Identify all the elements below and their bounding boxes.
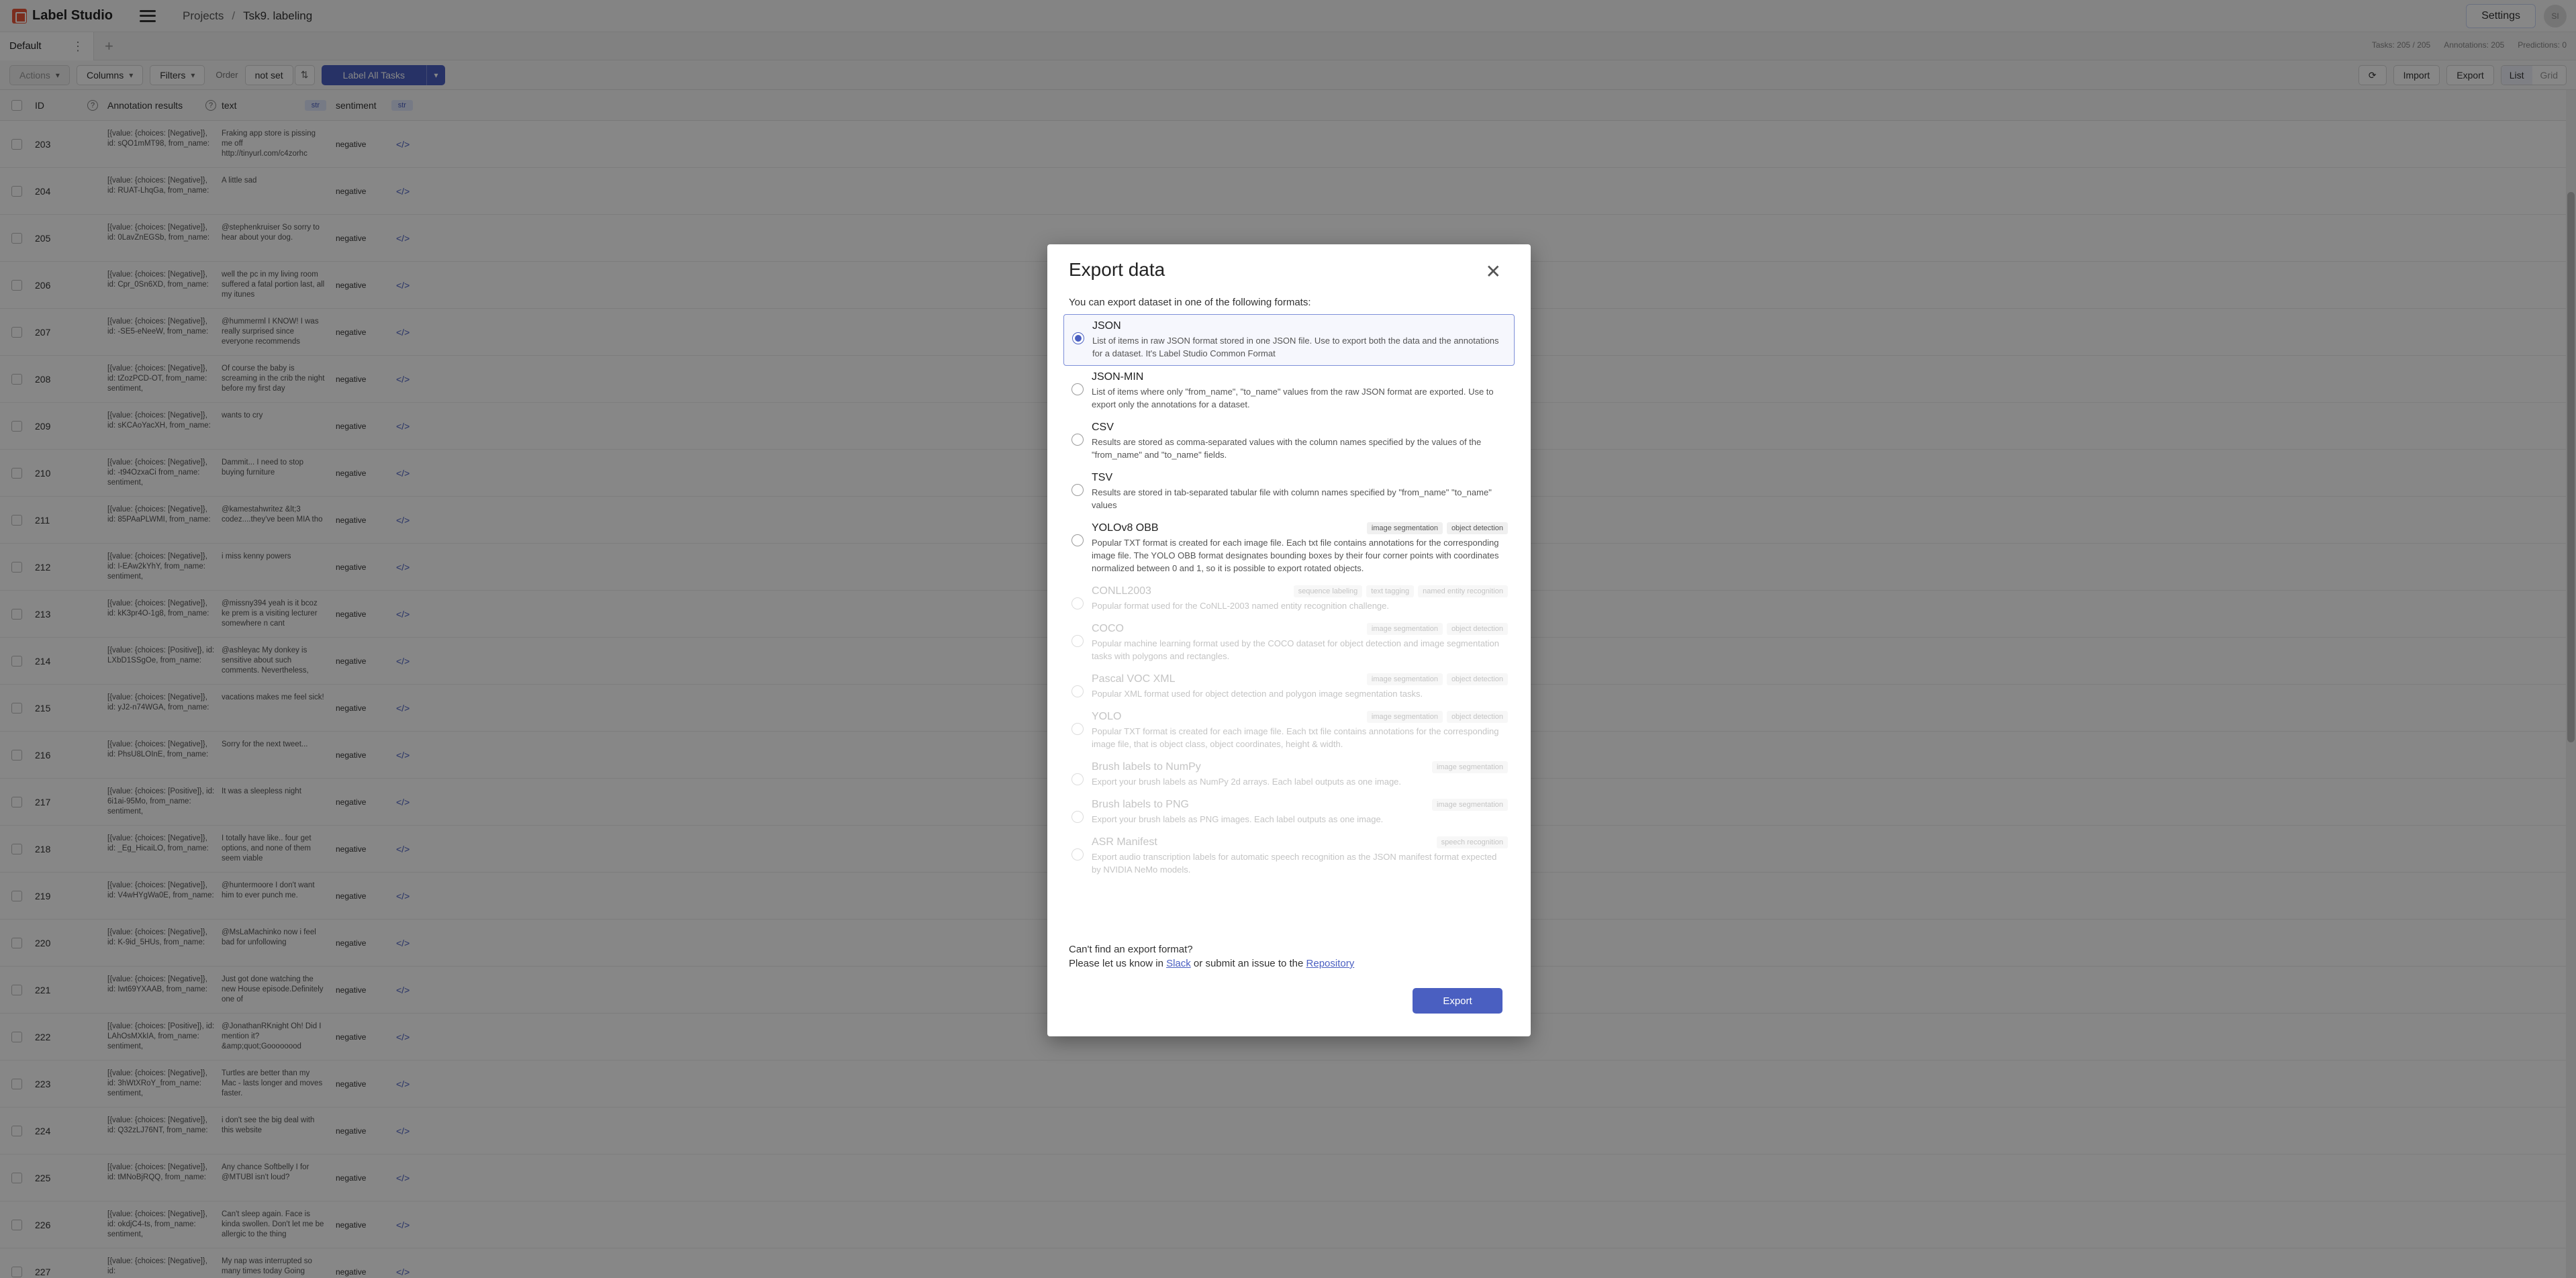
export-format-option: YOLO image segmentation object detection Po… [1063, 705, 1515, 756]
format-radio[interactable] [1071, 484, 1084, 496]
close-icon[interactable]: ✕ [1486, 260, 1501, 283]
format-radio[interactable] [1072, 332, 1084, 344]
format-tag: object detection [1446, 522, 1508, 534]
format-description: Popular XML format used for object detec… [1092, 689, 1423, 699]
export-format-option[interactable]: JSON-MIN List of items where only "from_n… [1063, 366, 1515, 416]
format-tag: image segmentation [1431, 761, 1508, 773]
format-tag: object detection [1446, 623, 1508, 635]
footer-middle: or submit an issue to the [1190, 958, 1306, 969]
repository-link[interactable]: Repository [1306, 958, 1355, 969]
format-description: List of items where only "from_name", "t… [1092, 387, 1494, 409]
export-format-list: JSON List of items in raw JSON format sto… [1063, 314, 1515, 881]
export-format-option[interactable]: TSV Results are stored in tab-separated t… [1063, 466, 1515, 517]
format-tag: image segmentation [1366, 522, 1443, 534]
format-title: COCO [1092, 623, 1124, 634]
format-tag: sequence labeling [1293, 585, 1363, 597]
modal-title: Export data [1069, 259, 1165, 280]
format-tag: image segmentation [1431, 799, 1508, 811]
format-tag: image segmentation [1366, 711, 1443, 723]
format-title: YOLO [1092, 711, 1122, 722]
slack-link[interactable]: Slack [1166, 958, 1191, 969]
format-tag: image segmentation [1366, 623, 1443, 635]
format-description: Results are stored in tab-separated tabu… [1092, 487, 1492, 510]
format-description: Popular format used for the CoNLL-2003 n… [1092, 601, 1389, 611]
format-description: Export audio transcription labels for au… [1092, 852, 1497, 875]
format-tag: image segmentation [1366, 673, 1443, 685]
modal-description: You can export dataset in one of the fol… [1069, 297, 1311, 308]
format-title: TSV [1092, 472, 1113, 483]
format-tag: named entity recognition [1418, 585, 1508, 597]
format-title: Pascal VOC XML [1092, 673, 1176, 685]
format-description: Popular TXT format is created for each i… [1092, 538, 1499, 573]
export-format-option[interactable]: YOLOv8 OBB image segmentation object detec… [1063, 517, 1515, 580]
format-description: Popular TXT format is created for each i… [1092, 726, 1499, 749]
format-tag: object detection [1446, 673, 1508, 685]
format-title: CSV [1092, 422, 1114, 433]
export-format-option: Brush labels to PNG image segmentation Exp… [1063, 793, 1515, 831]
format-description: Popular machine learning format used by … [1092, 638, 1500, 661]
format-title: Brush labels to NumPy [1092, 761, 1201, 773]
export-format-option: COCO image segmentation object detection Po… [1063, 618, 1515, 668]
format-title: JSON [1092, 320, 1121, 332]
footer-question: Can't find an export format? [1069, 944, 1193, 955]
format-tag: text tagging [1366, 585, 1415, 597]
export-format-option: CONLL2003 sequence labeling text tagging na… [1063, 580, 1515, 618]
export-format-option[interactable]: CSV Results are stored as comma-separated… [1063, 416, 1515, 466]
export-format-option: Pascal VOC XML image segmentation object d… [1063, 668, 1515, 705]
format-radio [1071, 811, 1084, 823]
format-radio [1071, 597, 1084, 609]
format-title: YOLOv8 OBB [1092, 522, 1159, 534]
format-radio[interactable] [1071, 383, 1084, 395]
format-description: Export your brush labels as PNG images. … [1092, 814, 1384, 824]
modal-footer-text: Can't find an export format? Please let … [1069, 942, 1354, 971]
footer-prefix: Please let us know in [1069, 958, 1167, 969]
format-title: CONLL2003 [1092, 585, 1151, 597]
format-radio[interactable] [1071, 434, 1084, 446]
export-submit-button[interactable]: Export [1413, 988, 1502, 1014]
format-description: Export your brush labels as NumPy 2d arr… [1092, 777, 1402, 787]
format-radio[interactable] [1071, 534, 1084, 546]
format-description: List of items in raw JSON format stored … [1092, 336, 1499, 358]
format-radio [1071, 848, 1084, 861]
format-tag: object detection [1446, 711, 1508, 723]
format-radio [1071, 723, 1084, 735]
export-format-option[interactable]: JSON List of items in raw JSON format sto… [1063, 314, 1515, 366]
format-title: Brush labels to PNG [1092, 799, 1189, 810]
format-radio [1071, 773, 1084, 785]
format-tag: speech recognition [1436, 836, 1508, 848]
format-title: ASR Manifest [1092, 836, 1157, 848]
format-description: Results are stored as comma-separated va… [1092, 437, 1482, 460]
export-format-option: Brush labels to NumPy image segmentation E… [1063, 756, 1515, 793]
format-title: JSON-MIN [1092, 371, 1144, 383]
export-format-option: ASR Manifest speech recognition Export aud… [1063, 831, 1515, 881]
export-data-modal: Export data ✕ You can export dataset in … [1047, 244, 1531, 1036]
format-radio [1071, 635, 1084, 647]
format-radio [1071, 685, 1084, 697]
